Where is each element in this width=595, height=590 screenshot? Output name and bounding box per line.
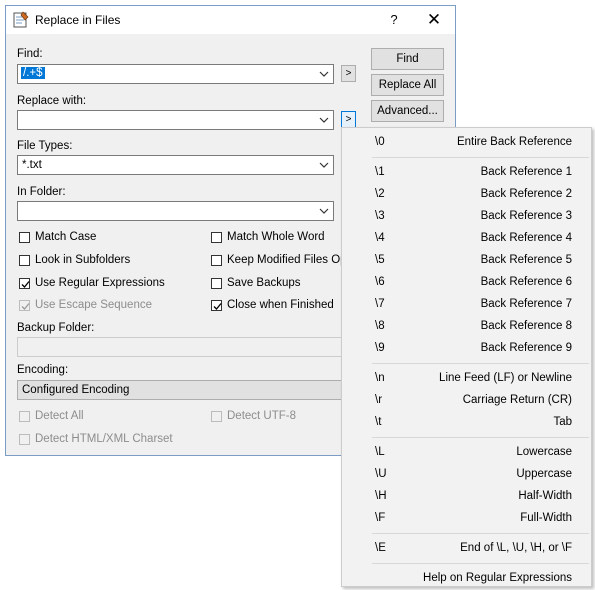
checkmark-icon[interactable] (19, 278, 30, 289)
menu-item-label: Full-Width (520, 512, 572, 524)
replace-regex-menu-button[interactable]: > (341, 111, 356, 128)
menu-item[interactable]: \U Uppercase (342, 464, 591, 486)
menu-separator (372, 437, 589, 438)
menu-item-label: End of \L, \U, \H, or \F (460, 542, 572, 554)
encoding-label: Encoding: (17, 364, 69, 376)
chevron-down-icon[interactable] (319, 113, 329, 127)
file-types-label: File Types: (17, 140, 73, 152)
menu-item-code: \n (375, 372, 385, 384)
chevron-down-icon[interactable] (319, 204, 329, 218)
menu-item-code: \4 (375, 232, 385, 244)
menu-item[interactable]: \n Line Feed (LF) or Newline (342, 368, 591, 390)
menu-item[interactable]: \H Half-Width (342, 486, 591, 508)
menu-item-code: \0 (375, 136, 385, 148)
replace-combobox[interactable] (17, 110, 334, 130)
menu-item[interactable]: \6 Back Reference 6 (342, 272, 591, 294)
replace-label: Replace with: (17, 95, 87, 107)
menu-item-code: \1 (375, 166, 385, 178)
menu-item[interactable]: \0 Entire Back Reference (342, 132, 591, 154)
advanced-button[interactable]: Advanced... (371, 100, 444, 122)
menu-item-code: \H (375, 490, 387, 502)
file-types-value: *.txt (22, 159, 42, 171)
menu-item-code: \E (375, 542, 386, 554)
replace-all-button[interactable]: Replace All (371, 74, 444, 96)
menu-item-label: Back Reference 4 (480, 232, 572, 244)
regex-reference-menu: \0 Entire Back Reference \1 Back Reference … (341, 127, 592, 587)
menu-item[interactable]: \r Carriage Return (CR) (342, 390, 591, 412)
menu-item-label: Carriage Return (CR) (462, 394, 572, 406)
notepad-icon (13, 11, 29, 28)
backup-folder-input[interactable] (17, 337, 347, 357)
menu-item-label: Half-Width (518, 490, 572, 502)
menu-item-label: Uppercase (516, 468, 572, 480)
menu-item-label: Tab (553, 416, 572, 428)
chevron-down-icon[interactable] (319, 158, 329, 172)
backup-folder-label: Backup Folder: (17, 322, 95, 334)
menu-separator (372, 157, 589, 158)
menu-item-code: \5 (375, 254, 385, 266)
menu-item[interactable]: Help on Regular Expressions (342, 568, 591, 590)
help-button[interactable]: ? (384, 10, 404, 30)
menu-item[interactable]: \5 Back Reference 5 (342, 250, 591, 272)
menu-item[interactable]: \E End of \L, \U, \H, or \F (342, 538, 591, 560)
checkmark-icon[interactable] (19, 300, 30, 311)
menu-item[interactable]: \1 Back Reference 1 (342, 162, 591, 184)
menu-item-label: Back Reference 7 (480, 298, 572, 310)
menu-item-code: \2 (375, 188, 385, 200)
menu-item-label: Back Reference 1 (480, 166, 572, 178)
menu-separator (372, 533, 589, 534)
menu-item-label: Back Reference 2 (480, 188, 572, 200)
file-types-combobox[interactable]: *.txt (17, 155, 334, 175)
menu-item-label: Entire Back Reference (456, 136, 572, 148)
menu-item-code: \9 (375, 342, 385, 354)
menu-item-label: Lowercase (516, 446, 572, 458)
find-label: Find: (17, 48, 43, 60)
menu-item[interactable]: \3 Back Reference 3 (342, 206, 591, 228)
title-bar: Replace in Files ? ✕ (6, 6, 455, 34)
menu-item[interactable]: \4 Back Reference 4 (342, 228, 591, 250)
close-button[interactable]: ✕ (423, 10, 445, 30)
find-input-value: /.+$ (21, 67, 45, 79)
menu-item[interactable]: \L Lowercase (342, 442, 591, 464)
menu-item[interactable]: \t Tab (342, 412, 591, 434)
in-folder-combobox[interactable] (17, 201, 334, 221)
menu-item-code: \F (375, 512, 386, 524)
chevron-down-icon[interactable] (319, 67, 329, 81)
find-button[interactable]: Find (371, 48, 444, 70)
menu-item-code: \r (375, 394, 383, 406)
menu-item[interactable]: \9 Back Reference 9 (342, 338, 591, 360)
in-folder-label: In Folder: (17, 186, 66, 198)
find-regex-menu-button[interactable]: > (341, 65, 356, 82)
menu-item-code: \3 (375, 210, 385, 222)
menu-item-code: \8 (375, 320, 385, 332)
menu-item-label: Back Reference 5 (480, 254, 572, 266)
encoding-value: Configured Encoding (22, 384, 130, 396)
menu-item-code: \L (375, 446, 385, 458)
menu-separator (372, 563, 589, 564)
menu-item-label: Line Feed (LF) or Newline (439, 372, 572, 384)
menu-item[interactable]: \2 Back Reference 2 (342, 184, 591, 206)
menu-item-label: Back Reference 3 (480, 210, 572, 222)
menu-item-code: \6 (375, 276, 385, 288)
menu-item-code: \7 (375, 298, 385, 310)
menu-item[interactable]: \F Full-Width (342, 508, 591, 530)
menu-item-label: Back Reference 8 (480, 320, 572, 332)
checkmark-icon[interactable] (211, 300, 222, 311)
encoding-combobox[interactable]: Configured Encoding (17, 380, 347, 400)
menu-item[interactable]: \8 Back Reference 8 (342, 316, 591, 338)
menu-item-code: \U (375, 468, 387, 480)
menu-item-label: Back Reference 6 (480, 276, 572, 288)
menu-separator (372, 363, 589, 364)
menu-item[interactable]: \7 Back Reference 7 (342, 294, 591, 316)
menu-item-code: \t (375, 416, 382, 428)
menu-item-label: Back Reference 9 (480, 342, 572, 354)
menu-item-label: Help on Regular Expressions (423, 572, 572, 584)
dialog-title: Replace in Files (35, 13, 121, 27)
find-combobox[interactable]: /.+$ (17, 64, 334, 84)
